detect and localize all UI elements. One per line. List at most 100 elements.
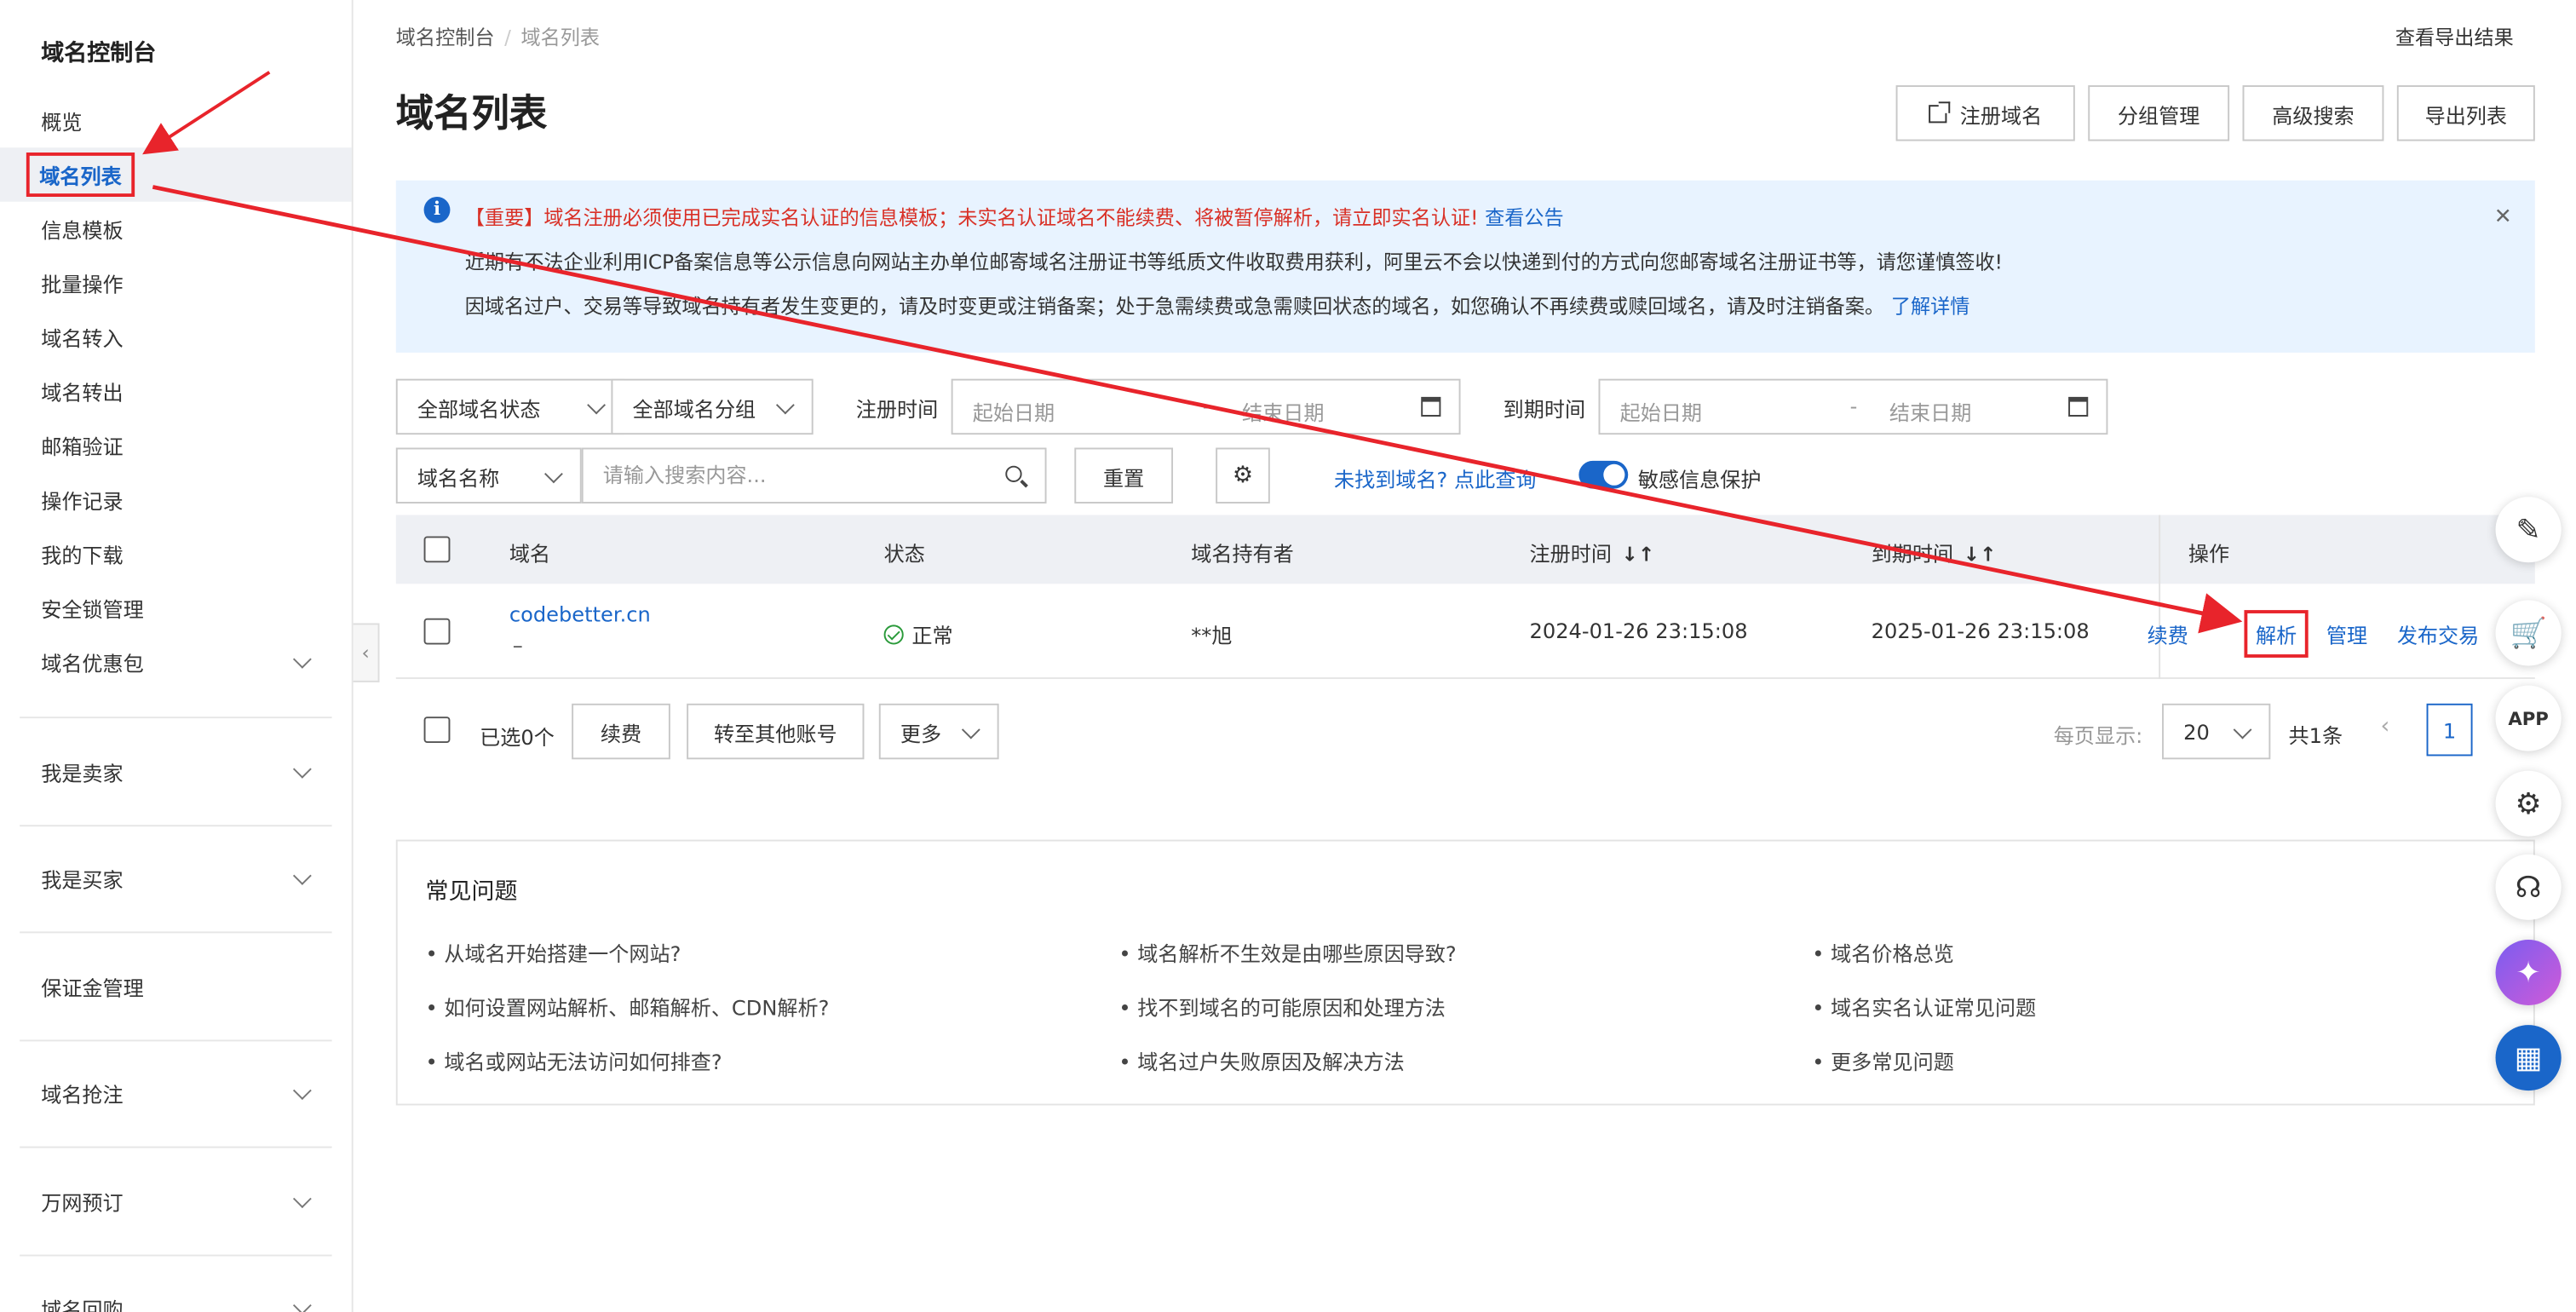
reg-time-label: 注册时间 [855,396,939,422]
sidebar-group-buyback[interactable]: 域名回购 [0,1280,352,1312]
exp-date-range[interactable]: 起始日期 - 结束日期 [1598,378,2108,435]
col-exp-time[interactable]: 到期时间 ↓↑ [1872,536,1997,567]
faq-item[interactable]: • 域名或网站无法访问如何排查? [426,1044,722,1076]
sidebar: 域名控制台 概览 域名列表 信息模板 批量操作 域名转入 域名转出 邮箱验证 操… [0,0,354,1312]
page-1-button[interactable]: 1 [2426,703,2473,757]
faq-item[interactable]: • 更多常见问题 [1812,1044,1954,1076]
search-field-select[interactable]: 域名名称 [395,447,582,504]
more-actions-select[interactable]: 更多 [878,703,999,760]
divider [20,1146,332,1148]
app-icon[interactable]: APP [2495,685,2562,751]
view-export-results-link[interactable]: 查看导出结果 [2395,23,2514,51]
calendar-icon[interactable] [2068,396,2089,417]
status-cell: 正常 [883,619,953,650]
ai-assistant-icon[interactable]: ✦ [2495,940,2562,1006]
sidebar-item-email-verify[interactable]: 邮箱验证 [0,418,352,473]
renew-link[interactable]: 续费 [2148,619,2188,650]
calendar-icon[interactable] [1421,396,1441,417]
faq-item[interactable]: • 域名过户失败原因及解决方法 [1118,1044,1404,1076]
learn-more-link[interactable]: 了解详情 [1891,296,1970,319]
advanced-search-button[interactable]: 高级搜索 [2242,85,2384,141]
group-manage-button[interactable]: 分组管理 [2088,85,2230,141]
close-icon[interactable]: ✕ [2494,205,2512,230]
sidebar-item-downloads[interactable]: 我的下载 [0,527,352,581]
sidebar-item-label: 信息模板 [41,218,124,243]
sidebar-item-transfer-out[interactable]: 域名转出 [0,364,352,418]
select-all-checkbox[interactable] [423,536,451,563]
cart-icon[interactable]: 🛒 [2495,600,2562,666]
faq-item[interactable]: • 如何设置网站解析、邮箱解析、CDN解析? [426,991,830,1022]
sidebar-group-reserve[interactable]: 万网预订 [0,1174,352,1229]
external-link-icon [1929,101,1951,123]
exp-start-date[interactable]: 起始日期 [1620,395,1702,427]
bulk-renew-button[interactable]: 续费 [572,703,670,760]
sidebar-item-transfer-in[interactable]: 域名转入 [0,310,352,365]
manage-link[interactable]: 管理 [2326,619,2367,650]
domain-not-found-link[interactable]: 未找到域名? 点此查询 [1334,463,1536,494]
sidebar-group-seller[interactable]: 我是卖家 [0,745,352,799]
domain-name-link[interactable]: codebetter.cn [509,601,651,626]
divider [20,931,332,934]
notice-fraud-warning: 近期有不法企业利用ICP备案信息等公示信息向网站主办单位邮寄域名注册证书等纸质文… [464,250,2003,274]
chevron-down-icon [775,395,795,415]
bulk-select-checkbox[interactable] [423,716,451,744]
apps-grid-icon[interactable]: ▦ [2495,1025,2562,1091]
search-icon[interactable] [1005,465,1022,482]
register-domain-label: 注册域名 [1959,102,2043,128]
privacy-label: 敏感信息保护 [1637,467,1762,492]
view-announcement-link[interactable]: 查看公告 [1485,207,1564,230]
sidebar-item-label: 域名回购 [41,1297,124,1312]
transfer-account-button[interactable]: 转至其他账号 [687,703,865,760]
group-select[interactable]: 全部域名分组 [611,378,814,435]
breadcrumb-current: 域名列表 [520,26,601,49]
sidebar-item-op-log[interactable]: 操作记录 [0,472,352,527]
notice-filing: 因域名过户、交易等导致域名持有者发生变更的，请及时变更或注销备案；处于急需续费或… [464,295,1970,319]
publish-trade-link[interactable]: 发布交易 [2397,619,2479,650]
export-list-button[interactable]: 导出列表 [2396,85,2535,141]
sidebar-item-security-lock[interactable]: 安全锁管理 [0,580,352,635]
row-checkbox[interactable] [423,618,451,645]
exp-time-cell: 2025-01-26 23:15:08 [1871,618,2090,643]
col-reg-time[interactable]: 注册时间 ↓↑ [1530,536,1655,567]
notice-important: 【重要】域名注册必须使用已完成实名认证的信息模板；未实名认证域名不能续费、将被暂… [464,206,1564,230]
privacy-toggle[interactable] [1578,460,1629,489]
page-title: 域名列表 [395,93,548,136]
sidebar-group-snatch[interactable]: 域名抢注 [0,1066,352,1120]
register-domain-button[interactable]: 注册域名 [1895,85,2075,141]
faq-item[interactable]: • 域名价格总览 [1812,936,1954,968]
reg-date-range[interactable]: 起始日期 - 结束日期 [951,378,1461,435]
sidebar-group-buyer[interactable]: 我是买家 [0,851,352,906]
chevron-down-icon [587,395,606,415]
edit-icon[interactable]: ✎ [2495,497,2562,563]
sort-icon[interactable]: ↓↑ [1622,543,1655,566]
dns-resolve-link[interactable]: 解析 [2244,610,2309,658]
chevron-down-icon [544,464,563,484]
prev-page-icon[interactable]: ‹ [2381,713,2390,739]
faq-item[interactable]: • 域名解析不生效是由哪些原因导致? [1118,936,1456,968]
sidebar-item-overview[interactable]: 概览 [0,94,352,148]
reset-button[interactable]: 重置 [1074,447,1174,504]
search-input[interactable] [602,462,998,487]
sidebar-item-label: 域名列表 [26,152,135,197]
faq-item[interactable]: • 域名实名认证常见问题 [1812,991,2036,1022]
selected-count: 已选0个 [480,724,555,750]
sidebar-item-label: 域名转出 [41,380,124,406]
sort-icon[interactable]: ↓↑ [1964,543,1997,566]
status-select[interactable]: 全部域名状态 [395,378,624,435]
settings-gear-button[interactable]: ⚙ [1216,447,1270,504]
reg-end-date[interactable]: 结束日期 [1242,395,1324,427]
sidebar-item-batch-ops[interactable]: 批量操作 [0,256,352,310]
sidebar-item-domain-list[interactable]: 域名列表 [0,147,352,202]
sidebar-item-discount-pack[interactable]: 域名优惠包 [0,635,352,689]
per-page-select[interactable]: 20 [2162,703,2271,760]
reg-start-date[interactable]: 起始日期 [973,395,1055,427]
sidebar-group-deposit[interactable]: 保证金管理 [0,959,352,1014]
sidebar-item-info-template[interactable]: 信息模板 [0,202,352,256]
divider [20,1039,332,1042]
breadcrumb-console[interactable]: 域名控制台 [396,26,495,49]
exp-end-date[interactable]: 结束日期 [1889,395,1971,427]
headset-icon[interactable]: ☊ [2495,854,2562,920]
faq-item[interactable]: • 找不到域名的可能原因和处理方法 [1118,991,1446,1022]
faq-item[interactable]: • 从域名开始搭建一个网站? [426,936,681,968]
settings-icon[interactable]: ⚙ [2495,770,2562,837]
